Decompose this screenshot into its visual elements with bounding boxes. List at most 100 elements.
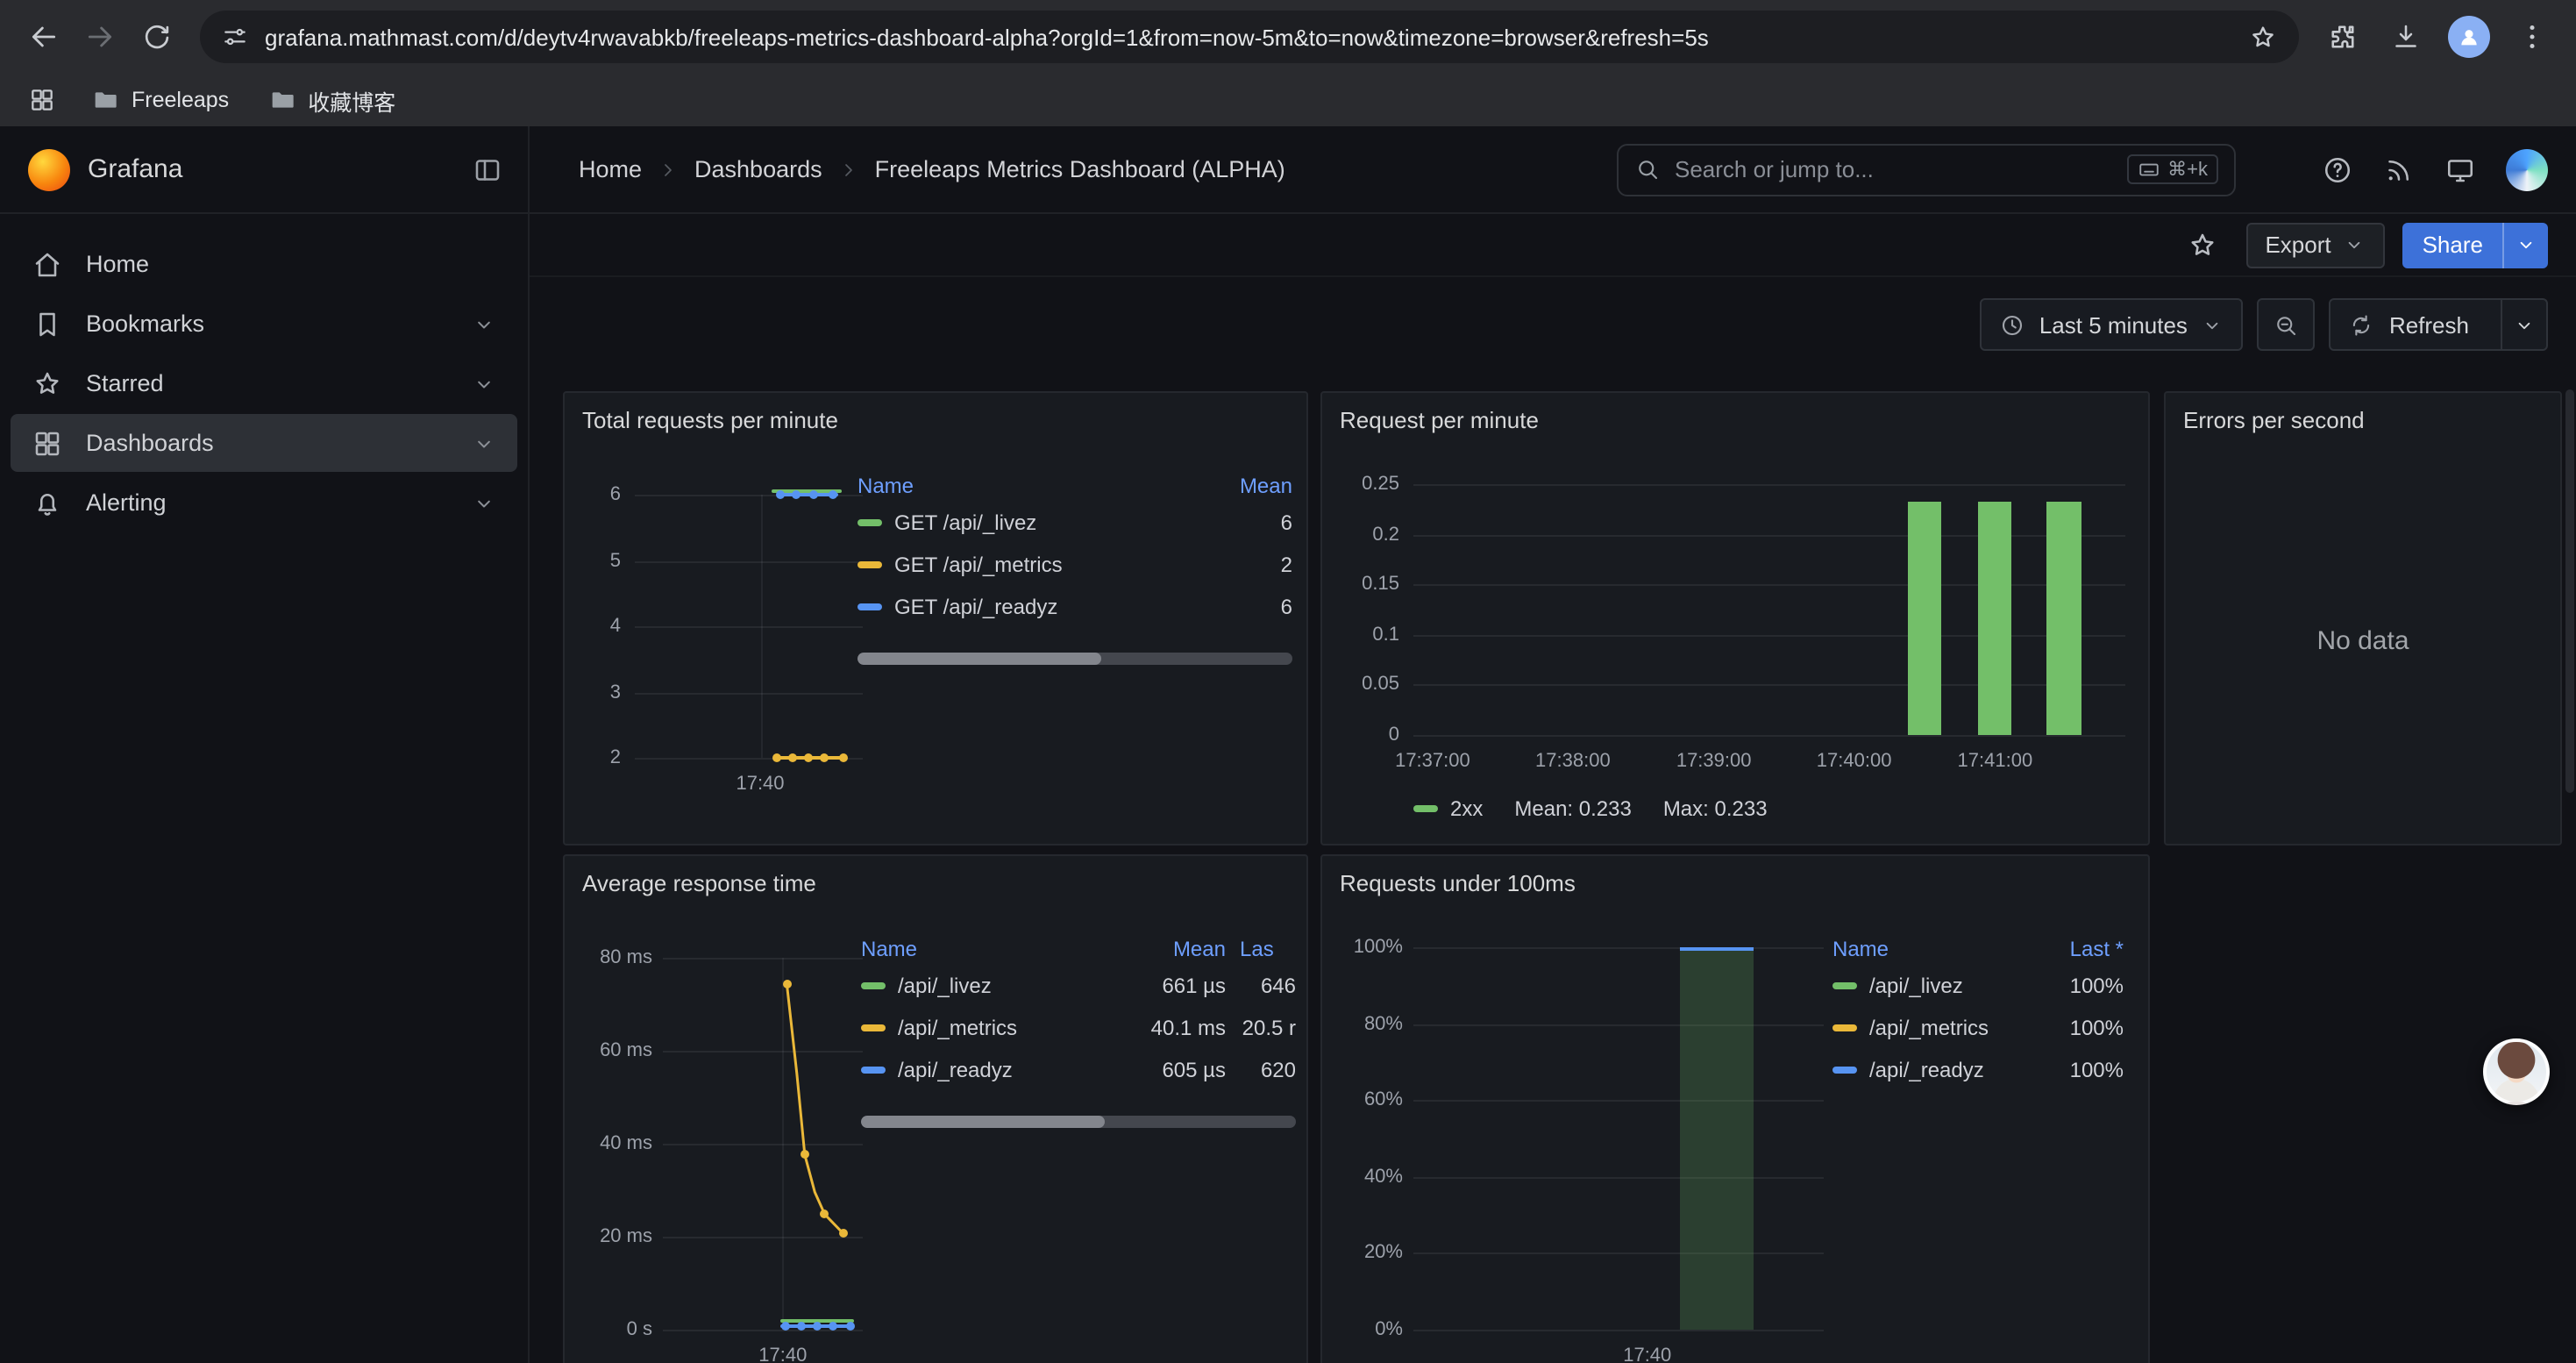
grafana-logo[interactable]	[28, 148, 70, 190]
bookmark-star-icon[interactable]	[2248, 22, 2278, 52]
legend-col-name[interactable]: Name	[861, 937, 1114, 961]
legend-series-toggle[interactable]: GET /api/_readyz	[857, 595, 1194, 619]
panel-total-requests[interactable]: Total requests per minute 6 5 4 3 2	[563, 391, 1308, 846]
grafana-app: Grafana Home Bookmarks	[0, 126, 2576, 1363]
legend-series-toggle[interactable]: /api/_livez	[861, 974, 1114, 998]
downloads-icon[interactable]	[2380, 11, 2432, 63]
panel-errors-per-second[interactable]: Errors per second No data	[2164, 391, 2562, 846]
breadcrumb-home[interactable]: Home	[579, 156, 642, 182]
legend-series-name: 2xx	[1450, 796, 1483, 821]
panel-title[interactable]: Average response time	[582, 870, 816, 896]
legend-col-name[interactable]: Name	[857, 474, 1194, 498]
sidebar-item-dashboards[interactable]: Dashboards	[11, 414, 517, 472]
bookmark-folder-freeleaps[interactable]: Freeleaps	[81, 79, 239, 121]
plot-area[interactable]: 17:40	[635, 495, 863, 758]
forward-button[interactable]	[74, 11, 126, 63]
reload-button[interactable]	[130, 11, 182, 63]
sidebar-item-home[interactable]: Home	[11, 235, 517, 293]
search-placeholder: Search or jump to...	[1675, 156, 1874, 182]
site-settings-icon[interactable]	[221, 23, 249, 51]
legend-series-mean: 6	[1194, 510, 1292, 535]
refresh-action[interactable]: Refresh	[2331, 300, 2487, 349]
plot-area[interactable]: 17:37:00 17:38:00 17:39:00 17:40:00 17:4…	[1413, 484, 2125, 735]
back-button[interactable]	[18, 11, 70, 63]
legend-col-name[interactable]: Name	[1832, 937, 2025, 961]
profile-avatar[interactable]	[2443, 11, 2495, 63]
panel-title[interactable]: Request per minute	[1340, 407, 1539, 433]
extensions-icon[interactable]	[2316, 11, 2369, 63]
favorite-star-icon[interactable]	[2186, 229, 2217, 260]
refresh-interval-chevron-icon[interactable]	[2501, 300, 2546, 349]
screen: grafana.mathmast.com/d/deytv4rwavabkb/fr…	[0, 0, 2576, 1363]
legend-series-toggle[interactable]: /api/_metrics	[1832, 1016, 2025, 1040]
user-avatar[interactable]	[2506, 148, 2548, 190]
legend-col-last[interactable]: Las	[1226, 937, 1296, 961]
legend-row: /api/_metrics 100%	[1832, 1007, 2124, 1049]
legend-series-toggle[interactable]: 2xx	[1413, 796, 1483, 821]
chevron-down-icon	[2202, 313, 2224, 336]
panel-title[interactable]: Requests under 100ms	[1340, 870, 1576, 896]
legend-series-toggle[interactable]: /api/_livez	[1832, 974, 2025, 998]
legend-series-toggle[interactable]: /api/_readyz	[861, 1058, 1114, 1082]
legend-series-mean: 605 µs	[1114, 1058, 1226, 1082]
legend-series-toggle[interactable]: GET /api/_livez	[857, 510, 1194, 535]
y-axis: 0.25 0.2 0.15 0.1 0.05 0	[1336, 484, 1399, 735]
panel-requests-under-100ms[interactable]: Requests under 100ms 100% 80% 60% 40% 20…	[1320, 854, 2150, 1363]
sidebar-item-label: Bookmarks	[86, 310, 204, 337]
panel-title[interactable]: Total requests per minute	[582, 407, 838, 433]
share-button[interactable]: Share	[2403, 222, 2548, 268]
legend-horizontal-scrollbar[interactable]	[861, 1116, 1296, 1128]
x-axis-tick: 17:39:00	[1676, 751, 1752, 772]
legend-series-toggle[interactable]: /api/_metrics	[861, 1016, 1114, 1040]
share-menu-chevron-icon[interactable]	[2502, 222, 2548, 268]
chevron-down-icon[interactable]	[472, 431, 496, 455]
sidebar-collapse-icon[interactable]	[472, 153, 503, 185]
bookmark-folder-blogs[interactable]: 收藏博客	[257, 79, 406, 121]
help-icon[interactable]	[2322, 153, 2353, 185]
legend-col-mean[interactable]: Mean	[1114, 937, 1226, 961]
bar-chart[interactable]: 0.25 0.2 0.15 0.1 0.05 0	[1336, 484, 2136, 770]
search-shortcut: ⌘+k	[2127, 154, 2218, 184]
zoom-out-icon	[2274, 311, 2300, 338]
monitor-icon[interactable]	[2444, 153, 2476, 185]
sidebar-item-alerting[interactable]: Alerting	[11, 474, 517, 532]
sidebar-item-bookmarks[interactable]: Bookmarks	[11, 295, 517, 353]
browser-menu-icon[interactable]	[2506, 11, 2558, 63]
plot-area[interactable]: 17:40	[663, 958, 863, 1330]
folder-icon	[91, 86, 119, 114]
sidebar-item-starred[interactable]: Starred	[11, 354, 517, 412]
time-range-picker[interactable]: Last 5 minutes	[1980, 298, 2244, 351]
share-label[interactable]: Share	[2403, 222, 2502, 268]
chevron-down-icon[interactable]	[472, 311, 496, 336]
timeseries-chart[interactable]: 80 ms 60 ms 40 ms 20 ms 0 s	[575, 958, 866, 1363]
legend-series-toggle[interactable]: GET /api/_metrics	[857, 553, 1194, 577]
panel-title[interactable]: Errors per second	[2183, 407, 2365, 433]
apps-grid-icon[interactable]	[21, 79, 63, 121]
search-input[interactable]: Search or jump to... ⌘+k	[1617, 143, 2236, 196]
legend-col-mean[interactable]: Mean	[1194, 474, 1292, 498]
panel-avg-response-time[interactable]: Average response time 80 ms 60 ms 40 ms …	[563, 854, 1308, 1363]
zoom-out-button[interactable]	[2258, 298, 2316, 351]
url-bar[interactable]: grafana.mathmast.com/d/deytv4rwavabkb/fr…	[200, 11, 2299, 63]
legend-horizontal-scrollbar[interactable]	[857, 653, 1292, 665]
news-rss-icon[interactable]	[2383, 153, 2415, 185]
dashboard-canvas[interactable]: Last 5 minutes	[530, 277, 2576, 1363]
breadcrumb-dashboards[interactable]: Dashboards	[694, 156, 822, 182]
floating-assistant-avatar[interactable]	[2483, 1038, 2550, 1105]
legend-row: GET /api/_livez 6	[857, 502, 1292, 544]
legend-series-toggle[interactable]: /api/_readyz	[1832, 1058, 2025, 1082]
plot-area[interactable]: 17:40	[1413, 947, 1824, 1330]
home-icon	[32, 248, 63, 280]
series-color-chip	[1832, 1067, 1857, 1074]
timeseries-chart[interactable]: 6 5 4 3 2	[575, 495, 866, 803]
export-button[interactable]: Export	[2245, 222, 2385, 268]
panel-request-per-minute[interactable]: Request per minute 0.25 0.2 0.15 0.1 0.0…	[1320, 391, 2150, 846]
legend-col-last[interactable]: Last *	[2025, 937, 2124, 961]
bar-chart[interactable]: 100% 80% 60% 40% 20% 0% 17:40	[1336, 947, 1831, 1363]
chevron-down-icon[interactable]	[472, 371, 496, 396]
series-color-chip	[861, 982, 886, 989]
vertical-scrollbar[interactable]	[2565, 389, 2574, 793]
chevron-down-icon[interactable]	[472, 490, 496, 515]
legend-series-name: /api/_readyz	[898, 1058, 1013, 1082]
sidebar-item-label: Alerting	[86, 489, 167, 516]
